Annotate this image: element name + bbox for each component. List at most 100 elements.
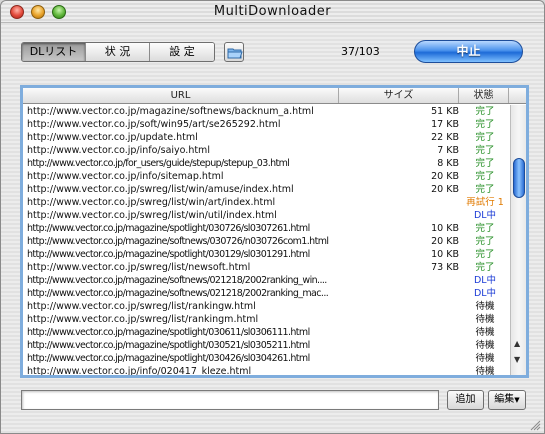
table-row[interactable]: http://www.vector.co.jp/update.html 22 KB… bbox=[23, 131, 509, 144]
row-status: 再試行 1 bbox=[466, 197, 504, 208]
row-url: http://www.vector.co.jp/magazine/spotlig… bbox=[27, 327, 310, 338]
row-size bbox=[413, 365, 461, 375]
row-size: 51 KB bbox=[431, 106, 459, 117]
row-status: 完了 bbox=[475, 223, 495, 234]
row-size: 17 KB bbox=[431, 119, 459, 130]
row-status: DL中 bbox=[473, 210, 497, 221]
table-row[interactable]: http://www.vector.co.jp/info/saiyo.html 7… bbox=[23, 144, 509, 157]
row-status: 完了 bbox=[475, 236, 495, 247]
table-row[interactable]: http://www.vector.co.jp/swreg/list/win/u… bbox=[23, 209, 509, 222]
table-row[interactable]: http://www.vector.co.jp/info/sitemap.htm… bbox=[23, 170, 509, 183]
row-url: http://www.vector.co.jp/magazine/spotlig… bbox=[27, 353, 310, 364]
list-header: URL サイズ 状態 bbox=[23, 88, 526, 104]
stop-button[interactable]: 中止 bbox=[414, 40, 523, 63]
table-row[interactable]: http://www.vector.co.jp/magazine/softnew… bbox=[23, 235, 509, 248]
row-url: http://www.vector.co.jp/magazine/softnew… bbox=[27, 275, 327, 286]
row-size bbox=[413, 287, 461, 300]
open-folder-button[interactable] bbox=[224, 42, 244, 62]
edit-button-label: 編集 bbox=[494, 394, 515, 405]
resize-grip-icon[interactable] bbox=[529, 419, 541, 431]
add-button[interactable]: 追加 bbox=[447, 390, 484, 410]
row-size: 7 KB bbox=[437, 145, 459, 156]
tab-settings[interactable]: 設 定 bbox=[150, 43, 214, 61]
row-url: http://www.vector.co.jp/for_users/guide/… bbox=[27, 158, 290, 169]
row-status: DL中 bbox=[473, 275, 497, 286]
table-row[interactable]: http://www.vector.co.jp/magazine/spotlig… bbox=[23, 222, 509, 235]
tab-status[interactable]: 状 況 bbox=[86, 43, 150, 61]
table-row[interactable]: http://www.vector.co.jp/magazine/spotlig… bbox=[23, 326, 509, 339]
row-url: http://www.vector.co.jp/magazine/spotlig… bbox=[27, 249, 310, 260]
url-input[interactable] bbox=[21, 390, 439, 410]
edit-menu-button[interactable]: 編集▼ bbox=[488, 390, 526, 410]
row-status: 完了 bbox=[475, 184, 495, 195]
row-status: 待機 bbox=[475, 366, 495, 375]
table-row[interactable]: http://www.vector.co.jp/for_users/guide/… bbox=[23, 157, 509, 170]
row-url: http://www.vector.co.jp/swreg/list/win/u… bbox=[27, 210, 277, 221]
table-row[interactable]: http://www.vector.co.jp/swreg/list/ranki… bbox=[23, 313, 509, 326]
app-window: MultiDownloader DLリスト 状 況 設 定 37/103 中止 … bbox=[0, 0, 545, 434]
row-size bbox=[413, 196, 461, 209]
vertical-scrollbar[interactable]: ▲ ▼ bbox=[510, 105, 526, 375]
row-size: 20 KB bbox=[431, 184, 459, 195]
column-header-size[interactable]: サイズ bbox=[339, 88, 459, 103]
row-size bbox=[413, 326, 461, 339]
row-size bbox=[413, 274, 461, 287]
table-row[interactable]: http://www.vector.co.jp/magazine/softnew… bbox=[23, 105, 509, 118]
title-bar[interactable]: MultiDownloader bbox=[1, 1, 544, 23]
row-url: http://www.vector.co.jp/magazine/softnew… bbox=[27, 236, 329, 247]
column-header-corner bbox=[509, 88, 526, 103]
row-status: 完了 bbox=[475, 249, 495, 260]
row-url: http://www.vector.co.jp/swreg/list/win/a… bbox=[27, 197, 276, 208]
table-row[interactable]: http://www.vector.co.jp/swreg/list/win/a… bbox=[23, 183, 509, 196]
row-status: 完了 bbox=[475, 106, 495, 117]
row-url: http://www.vector.co.jp/swreg/list/newso… bbox=[27, 262, 251, 273]
row-size: 8 KB bbox=[437, 158, 459, 169]
table-row[interactable]: http://www.vector.co.jp/magazine/spotlig… bbox=[23, 339, 509, 352]
row-url: http://www.vector.co.jp/swreg/list/ranki… bbox=[27, 314, 259, 325]
scroll-thumb[interactable] bbox=[513, 158, 525, 198]
row-url: http://www.vector.co.jp/soft/win95/art/s… bbox=[27, 119, 281, 130]
table-row[interactable]: http://www.vector.co.jp/magazine/softnew… bbox=[23, 287, 509, 300]
row-status: 待機 bbox=[475, 327, 495, 338]
row-size: 73 KB bbox=[431, 262, 459, 273]
row-status: 待機 bbox=[475, 301, 495, 312]
table-row[interactable]: http://www.vector.co.jp/swreg/list/win/a… bbox=[23, 196, 509, 209]
table-row[interactable]: http://www.vector.co.jp/soft/win95/art/s… bbox=[23, 118, 509, 131]
column-header-state[interactable]: 状態 bbox=[459, 88, 509, 103]
table-row[interactable]: http://www.vector.co.jp/magazine/spotlig… bbox=[23, 248, 509, 261]
row-status: 完了 bbox=[475, 132, 495, 143]
row-url: http://www.vector.co.jp/swreg/list/ranki… bbox=[27, 301, 256, 312]
row-status: 待機 bbox=[475, 340, 495, 351]
table-row[interactable]: http://www.vector.co.jp/swreg/list/ranki… bbox=[23, 300, 509, 313]
folder-icon bbox=[227, 48, 243, 59]
row-status: 完了 bbox=[475, 171, 495, 182]
window-title: MultiDownloader bbox=[213, 4, 332, 19]
view-tabs: DLリスト 状 況 設 定 bbox=[21, 42, 215, 62]
row-status: 完了 bbox=[475, 158, 495, 169]
row-size: 20 KB bbox=[431, 171, 459, 182]
row-url: http://www.vector.co.jp/info/sitemap.htm… bbox=[27, 171, 224, 182]
column-header-url[interactable]: URL bbox=[23, 88, 339, 103]
row-url: http://www.vector.co.jp/magazine/spotlig… bbox=[27, 223, 310, 234]
row-size: 10 KB bbox=[431, 249, 459, 260]
list-rows: http://www.vector.co.jp/magazine/softnew… bbox=[23, 105, 509, 375]
row-url: http://www.vector.co.jp/swreg/list/win/a… bbox=[27, 184, 294, 195]
row-status: 完了 bbox=[475, 262, 495, 273]
row-url: http://www.vector.co.jp/magazine/softnew… bbox=[27, 288, 329, 299]
progress-counter: 37/103 bbox=[341, 45, 380, 58]
table-row[interactable]: http://www.vector.co.jp/swreg/list/newso… bbox=[23, 261, 509, 274]
table-row[interactable]: http://www.vector.co.jp/magazine/spotlig… bbox=[23, 352, 509, 365]
chevron-down-icon: ▼ bbox=[514, 396, 520, 404]
row-size: 22 KB bbox=[431, 132, 459, 143]
row-size bbox=[413, 339, 461, 352]
scroll-down-arrow-icon[interactable]: ▼ bbox=[514, 355, 520, 364]
tab-dl-list[interactable]: DLリスト bbox=[22, 43, 86, 61]
row-size bbox=[413, 300, 461, 313]
table-row[interactable]: http://www.vector.co.jp/magazine/softnew… bbox=[23, 274, 509, 287]
row-status: 待機 bbox=[475, 353, 495, 364]
row-size bbox=[413, 313, 461, 326]
row-url: http://www.vector.co.jp/magazine/spotlig… bbox=[27, 340, 310, 351]
table-row[interactable]: http://www.vector.co.jp/info/020417_klez… bbox=[23, 365, 509, 375]
row-size bbox=[413, 209, 461, 222]
scroll-up-arrow-icon[interactable]: ▲ bbox=[514, 339, 520, 348]
